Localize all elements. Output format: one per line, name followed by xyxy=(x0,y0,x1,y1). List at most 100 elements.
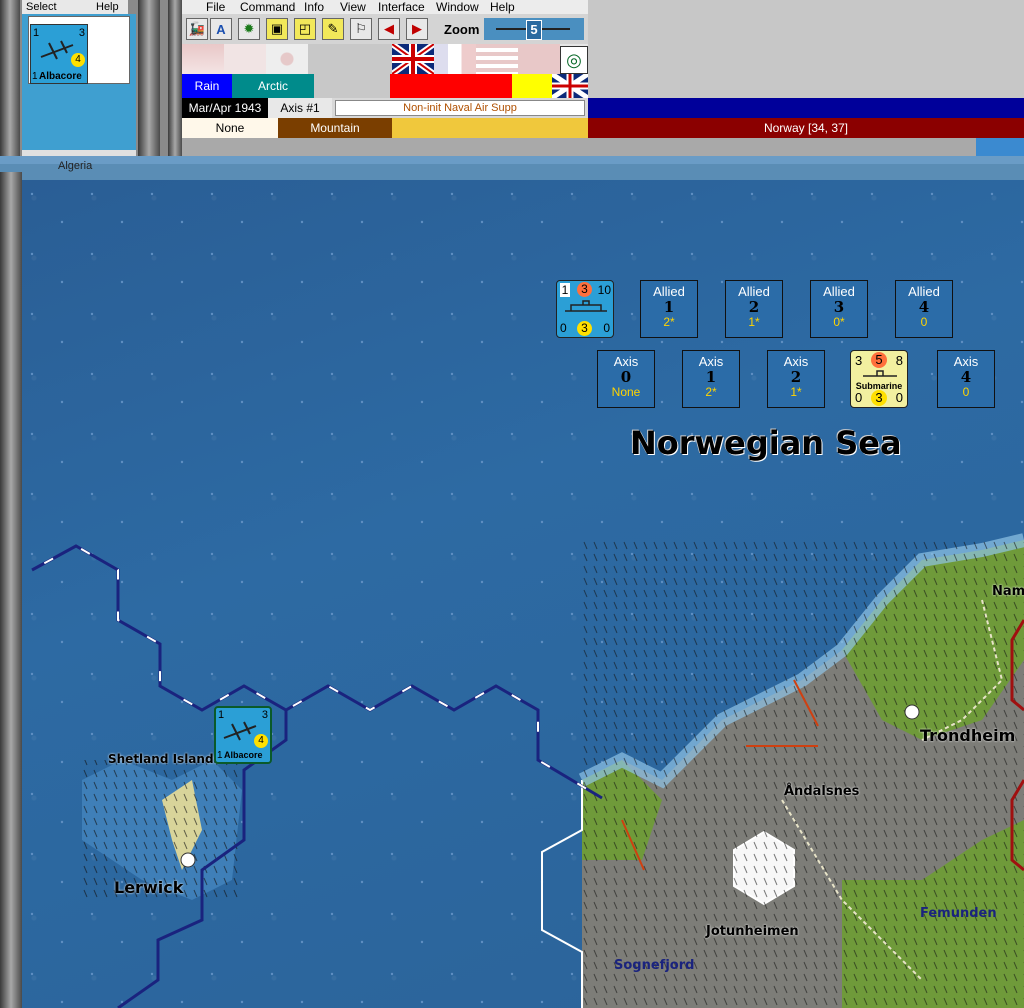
disk-icon: ▣ xyxy=(270,21,284,36)
ship-bc: 3 xyxy=(577,321,592,336)
place-femunden: Femunden xyxy=(920,906,997,921)
alb-bl: 1 xyxy=(217,750,223,761)
forward-button[interactable]: ▶ xyxy=(406,18,428,40)
allied-box-value: 0* xyxy=(833,315,845,329)
allied-box-2[interactable]: Allied 3 0* xyxy=(810,280,868,338)
place-trondheim: Trondheim xyxy=(920,726,1016,745)
alb-tr: 3 xyxy=(261,709,268,721)
axis-box-side: Axis xyxy=(698,354,724,369)
submarine-icon xyxy=(863,370,897,377)
axis-box-number: 2 xyxy=(790,368,802,386)
alb-circle: 4 xyxy=(254,734,268,748)
arrow-left-icon: ◀ xyxy=(384,21,394,36)
flag-ussr-icon[interactable] xyxy=(518,44,560,74)
text-button[interactable]: A xyxy=(210,18,232,40)
status-phase-wrap: Non-init Naval Air Supp xyxy=(332,98,588,118)
game-map[interactable]: Norwegian Sea Shetland Islands Lerwick T… xyxy=(22,180,1024,1008)
nation-flags-row: ◎ xyxy=(182,41,588,77)
help-menu[interactable]: Help xyxy=(96,0,119,14)
flag-germany-icon[interactable] xyxy=(182,44,224,74)
status-date: Mar/Apr 1943 xyxy=(182,98,268,118)
place-namsos: Nam xyxy=(992,584,1024,599)
terrain-type: Mountain xyxy=(278,118,392,138)
menu-view[interactable]: View xyxy=(340,0,366,14)
place-jotunheimen: Jotunheimen xyxy=(706,924,799,939)
menu-interface[interactable]: Interface xyxy=(378,0,425,14)
flag-france-icon[interactable] xyxy=(434,44,476,74)
axis-box-2[interactable]: Axis 2 1* xyxy=(767,350,825,408)
allied-box-side: Allied xyxy=(738,284,770,299)
arrow-right-icon: ▶ xyxy=(412,21,422,36)
zoom-slider[interactable]: 5 xyxy=(484,18,584,40)
axis-box-number: 1 xyxy=(705,368,717,386)
palette-unit-counter[interactable]: 1 3 4 1 Albacore xyxy=(30,24,88,84)
ship-unit-counter[interactable]: 1 3 10 0 3 0 xyxy=(556,280,614,338)
flag-usa-icon[interactable] xyxy=(476,44,518,74)
frame-pillar-mid xyxy=(168,0,182,156)
allied-box-value: 1* xyxy=(748,315,760,329)
flag-britain-icon[interactable] xyxy=(390,41,436,77)
select-menu[interactable]: Select xyxy=(26,0,57,14)
menu-file[interactable]: File xyxy=(206,0,225,14)
palette-menubar: Select Help xyxy=(22,0,128,14)
flag-button[interactable]: ⚐ xyxy=(350,18,372,40)
plane-icon xyxy=(223,721,257,741)
palette-unit-tl: 1 xyxy=(33,27,40,39)
menu-info[interactable]: Info xyxy=(304,0,324,14)
submarine-unit-counter[interactable]: 3 5 8 Submarine 0 3 0 xyxy=(850,350,908,408)
axis-box-3[interactable]: Axis 4 0 xyxy=(937,350,995,408)
allied-box-1[interactable]: Allied 2 1* xyxy=(725,280,783,338)
axis-box-side: Axis xyxy=(613,354,639,369)
empty-row xyxy=(182,138,1024,156)
train-button[interactable]: 🚂 xyxy=(186,18,208,40)
main-toolbar: 🚂 A ✹ ▣ ◰ ✎ ⚐ ◀ ▶ Zoom 5 xyxy=(182,14,588,44)
ship-bl: 0 xyxy=(560,321,567,335)
back-button[interactable]: ◀ xyxy=(378,18,400,40)
terrain-yellow xyxy=(392,118,588,138)
axis-box-value: 2* xyxy=(705,385,717,399)
target-icon[interactable]: ◎ xyxy=(560,46,588,74)
menu-command[interactable]: Command xyxy=(240,0,295,14)
weather-rain: Rain xyxy=(182,74,232,98)
place-sognefjord: Sognefjord xyxy=(614,958,695,973)
flag-japan-icon[interactable] xyxy=(266,44,308,74)
allied-box-number: 3 xyxy=(833,298,845,316)
sub-tl: 3 xyxy=(855,353,863,368)
frame-pillar-left xyxy=(0,0,20,178)
select-area-button[interactable]: ◰ xyxy=(294,18,316,40)
allied-box-3[interactable]: Allied 4 0 xyxy=(895,280,953,338)
allied-box-0[interactable]: Allied 1 2* xyxy=(640,280,698,338)
save-button[interactable]: ▣ xyxy=(266,18,288,40)
status-bar: Mar/Apr 1943 Axis #1 Non-init Naval Air … xyxy=(182,98,1024,118)
sub-br: 0 xyxy=(895,390,903,405)
place-andalsnes: Åndalsnes xyxy=(784,784,860,799)
target-button[interactable]: ✹ xyxy=(238,18,260,40)
sub-bc: 3 xyxy=(871,390,887,406)
axis-box-number: 0 xyxy=(620,368,632,386)
axis-box-1[interactable]: Axis 1 2* xyxy=(682,350,740,408)
train-icon: 🚂 xyxy=(188,21,206,36)
pencil-button[interactable]: ✎ xyxy=(322,18,344,40)
allied-box-side: Allied xyxy=(908,284,940,299)
map-window-titlebar xyxy=(0,156,1024,164)
place-lerwick: Lerwick xyxy=(114,878,184,897)
ship-icon xyxy=(565,300,607,312)
alb-name: Albacore xyxy=(224,750,263,760)
flag-italy-icon[interactable] xyxy=(224,44,266,74)
sub-bl: 0 xyxy=(855,390,863,405)
allied-box-number: 1 xyxy=(663,298,675,316)
axis-box-number: 4 xyxy=(960,368,972,386)
menu-help[interactable]: Help xyxy=(490,0,515,14)
frame-pillar-right xyxy=(138,0,160,160)
allied-box-side: Allied xyxy=(823,284,855,299)
weather-zone: Arctic xyxy=(232,74,314,98)
albacore-unit-counter[interactable]: 1 3 4 1 Albacore xyxy=(214,706,272,764)
axis-box-0[interactable]: Axis 0 None xyxy=(597,350,655,408)
menu-window[interactable]: Window xyxy=(436,0,479,14)
allied-box-number: 4 xyxy=(918,298,930,316)
plane-icon xyxy=(40,40,74,60)
zoom-thumb[interactable]: 5 xyxy=(526,20,542,40)
zoom-label: Zoom xyxy=(444,22,480,37)
flag-britain-small-icon[interactable] xyxy=(550,71,590,101)
allied-box-number: 2 xyxy=(748,298,760,316)
